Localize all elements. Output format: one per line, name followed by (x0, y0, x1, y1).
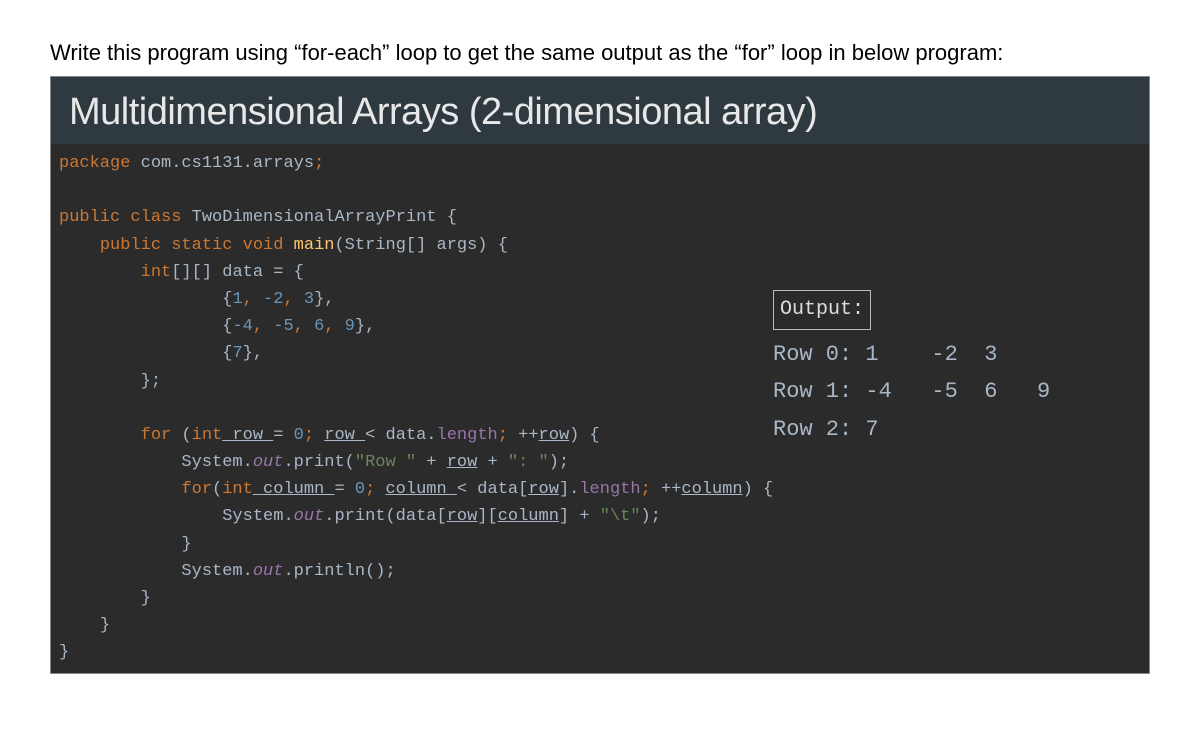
slide-container: Multidimensional Arrays (2-dimensional a… (50, 76, 1150, 674)
output-panel: Output: Row 0: 1 -2 3 Row 1: -4 -5 6 9 R… (773, 290, 1143, 448)
output-rows: Row 0: 1 -2 3 Row 1: -4 -5 6 9 Row 2: 7 (773, 336, 1143, 448)
instruction-text: Write this program using “for-each” loop… (50, 40, 1150, 66)
output-label: Output: (773, 290, 871, 330)
slide-title: Multidimensional Arrays (2-dimensional a… (51, 77, 1149, 144)
code-block: package com.cs1131.arrays; public class … (51, 144, 1149, 673)
